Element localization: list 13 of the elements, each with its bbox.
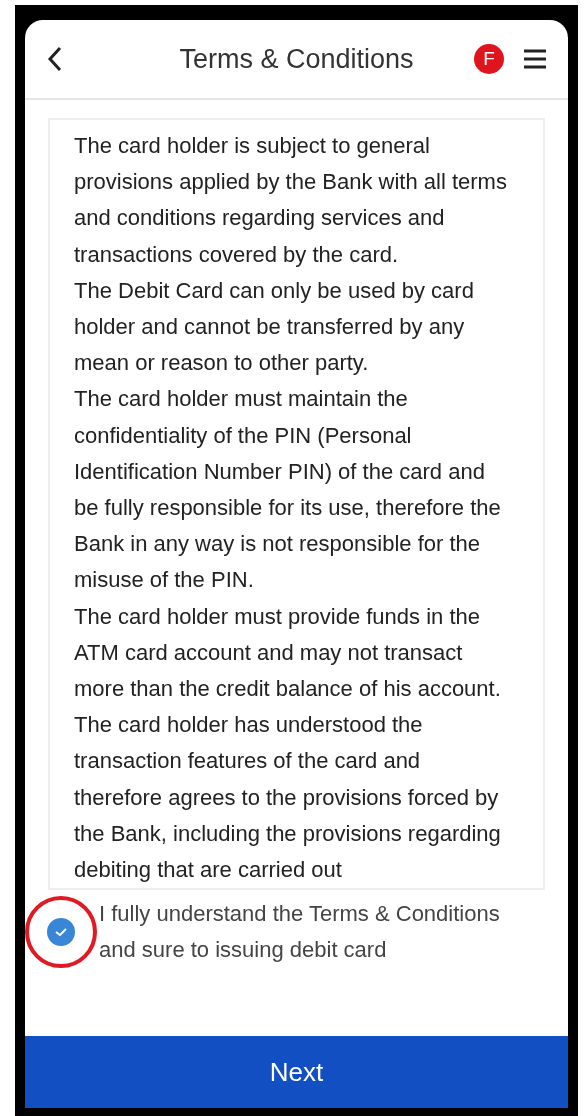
- menu-icon[interactable]: [524, 49, 546, 69]
- terms-paragraph: The Debit Card can only be used by card holder and cannot be transferred by any mean or reason to other party.: [74, 276, 475, 378]
- back-icon[interactable]: [47, 46, 63, 72]
- terms-paragraph: The card holder has understood the transaction features of the card and therefore agrees to the provisions forced by the Bank, including the provisions regarding debiting that are carried out: [74, 711, 502, 885]
- terms-paragraph: The card holder must maintain the confidentiality of the PIN (Personal Identification Number PIN) of the card and be fully responsible for its use, therefore the Bank in any way is not responsible for the misuse of the PIN.: [74, 385, 502, 595]
- checkmark-icon: [54, 927, 68, 938]
- terms-paragraph: The card holder must provide funds in the ATM card account and may not transact more than the credit balance of his account.: [74, 602, 502, 704]
- notification-badge[interactable]: F: [474, 44, 504, 74]
- terms-paragraph: The card holder is subject to general provisions applied by the Bank with all terms and conditions regarding services and transactions covered by the card.: [74, 132, 508, 269]
- screen-title: Terms & Conditions: [179, 43, 414, 75]
- next-button[interactable]: Next: [25, 1036, 568, 1108]
- agree-checkbox[interactable]: [47, 918, 75, 947]
- agree-label: I fully understand the Terms & Conditions and sure to issuing debit card: [99, 900, 501, 965]
